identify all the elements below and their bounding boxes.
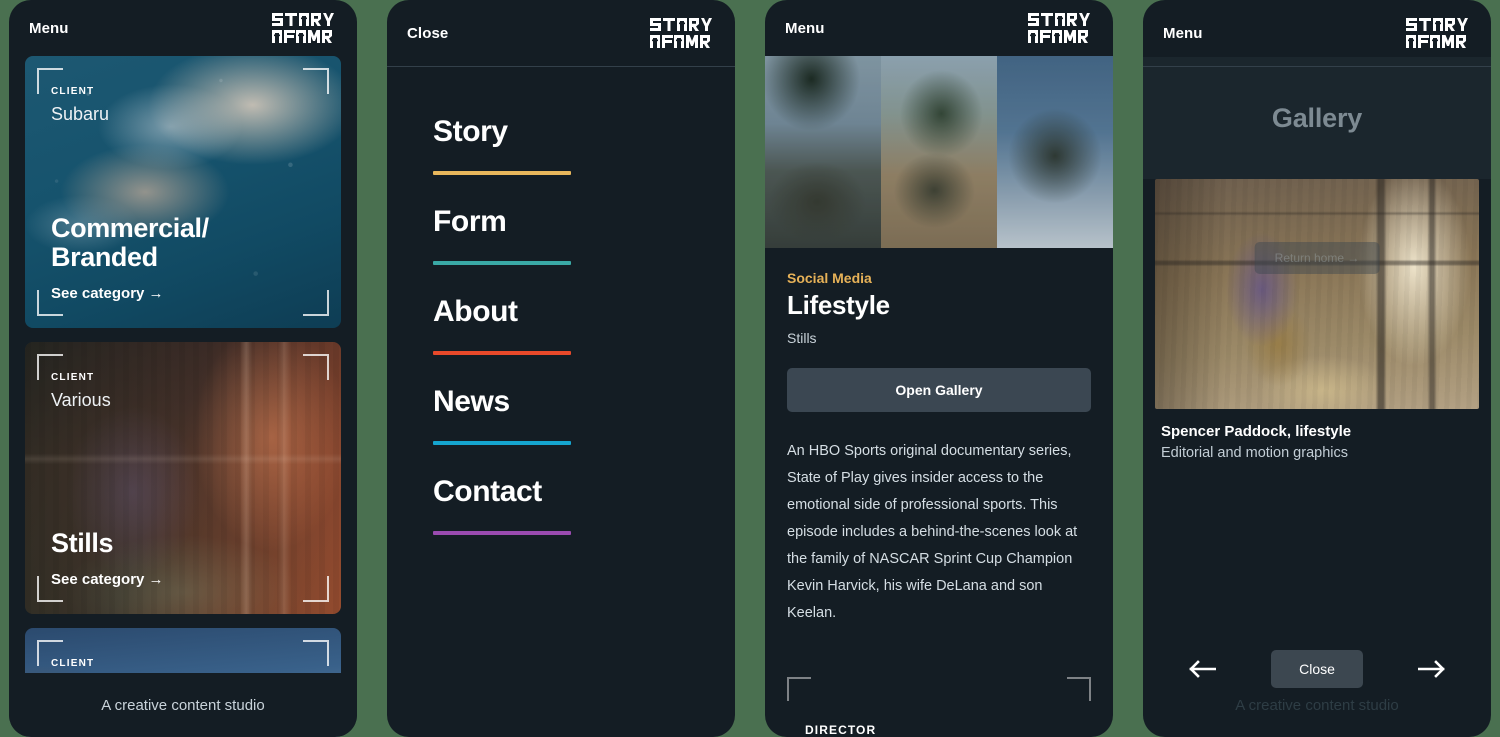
client-label: CLIENT (51, 658, 95, 669)
gallery-caption: Spencer Paddock, lifestyle Editorial and… (1143, 409, 1491, 461)
panel-categories: Menu CLIENT Subaru Commercial/ Branded S… (9, 0, 357, 737)
panel-stage: Menu CLIENT Subaru Commercial/ Branded S… (0, 0, 1500, 737)
gallery-title: Gallery (1271, 102, 1363, 133)
header-divider (1143, 66, 1491, 67)
panel-menu: Close Story Form About News Contact (387, 0, 735, 737)
director-credit-block: DIRECTOR (787, 677, 1091, 737)
return-home-button[interactable]: Return home → (1254, 242, 1380, 274)
triptych-image-3 (997, 56, 1113, 248)
menu-item-label: News (433, 385, 510, 418)
client-name: Subaru (51, 104, 110, 124)
triptych-image-2 (881, 56, 997, 248)
menu-rule-about (433, 351, 571, 355)
storyform-logo (649, 16, 717, 50)
category-title: Stills (51, 528, 114, 559)
panel-project: Menu Social Media Lifestyle Stills Open … (765, 0, 1113, 737)
client-label: CLIENT (51, 372, 95, 383)
storyform-logo (271, 11, 339, 45)
panel-gallery: Menu Gallery Return home → Spencer Paddo… (1143, 0, 1491, 737)
menu-button[interactable]: Menu (1163, 25, 1203, 42)
storyform-logo (1405, 16, 1473, 50)
menu-item-label: Contact (433, 475, 542, 508)
project-header: Menu (765, 0, 1113, 56)
next-arrow-icon[interactable] (1417, 657, 1447, 681)
menu-item-label: Story (433, 115, 508, 148)
gallery-close-button[interactable]: Close (1271, 650, 1363, 688)
menu-button[interactable]: Menu (29, 20, 69, 37)
project-image-triptych[interactable] (765, 56, 1113, 248)
close-button[interactable]: Close (407, 25, 448, 42)
category-card-commercial[interactable]: CLIENT Subaru Commercial/ Branded See ca… (25, 56, 341, 328)
menu-rule-story (433, 171, 571, 175)
menu-rule-form (433, 261, 571, 265)
gallery-title-zone: Gallery (1143, 57, 1491, 179)
gallery-header: Menu (1143, 0, 1491, 66)
menu-item-label: About (433, 295, 518, 328)
menu-item-about[interactable]: About (433, 291, 689, 355)
project-title: Lifestyle (787, 290, 890, 320)
category-card-list: CLIENT Subaru Commercial/ Branded See ca… (9, 56, 357, 737)
see-category-link[interactable]: See category → (51, 285, 315, 302)
categories-header: Menu (9, 0, 357, 56)
header-divider (387, 66, 735, 67)
project-subtitle: Stills (787, 330, 817, 346)
categories-footer: A creative content studio (9, 673, 357, 737)
gallery-content: Gallery Return home → Spencer Paddock, l… (1143, 57, 1491, 737)
menu-header: Close (387, 0, 735, 66)
triptych-image-1 (765, 56, 881, 248)
previous-arrow-icon[interactable] (1187, 657, 1217, 681)
menu-rule-news (433, 441, 571, 445)
main-menu-list: Story Form About News Contact (387, 67, 735, 535)
project-category: Social Media (787, 270, 872, 286)
menu-item-label: Form (433, 205, 507, 238)
client-name: Various (51, 390, 111, 410)
menu-item-story[interactable]: Story (433, 111, 689, 175)
client-label: CLIENT (51, 86, 95, 97)
gallery-controls: Close (1143, 647, 1491, 691)
director-label: DIRECTOR (805, 723, 877, 737)
storyform-logo (1027, 11, 1095, 45)
gallery-caption-title: Spencer Paddock, lifestyle (1161, 423, 1352, 440)
category-card-stills[interactable]: CLIENT Various Stills See category → (25, 342, 341, 614)
see-category-link[interactable]: See category → (51, 571, 315, 588)
gallery-caption-subtitle: Editorial and motion graphics (1161, 445, 1348, 461)
open-gallery-button[interactable]: Open Gallery (787, 368, 1091, 412)
menu-item-form[interactable]: Form (433, 201, 689, 265)
menu-rule-contact (433, 531, 571, 535)
menu-button[interactable]: Menu (785, 20, 825, 37)
menu-item-news[interactable]: News (433, 381, 689, 445)
menu-item-contact[interactable]: Contact (433, 471, 689, 535)
category-title: Commercial/ Branded (51, 212, 209, 273)
project-description: An HBO Sports original documentary serie… (787, 443, 1078, 621)
gallery-photo[interactable] (1155, 179, 1479, 409)
project-body: Social Media Lifestyle Stills Open Galle… (765, 248, 1113, 627)
